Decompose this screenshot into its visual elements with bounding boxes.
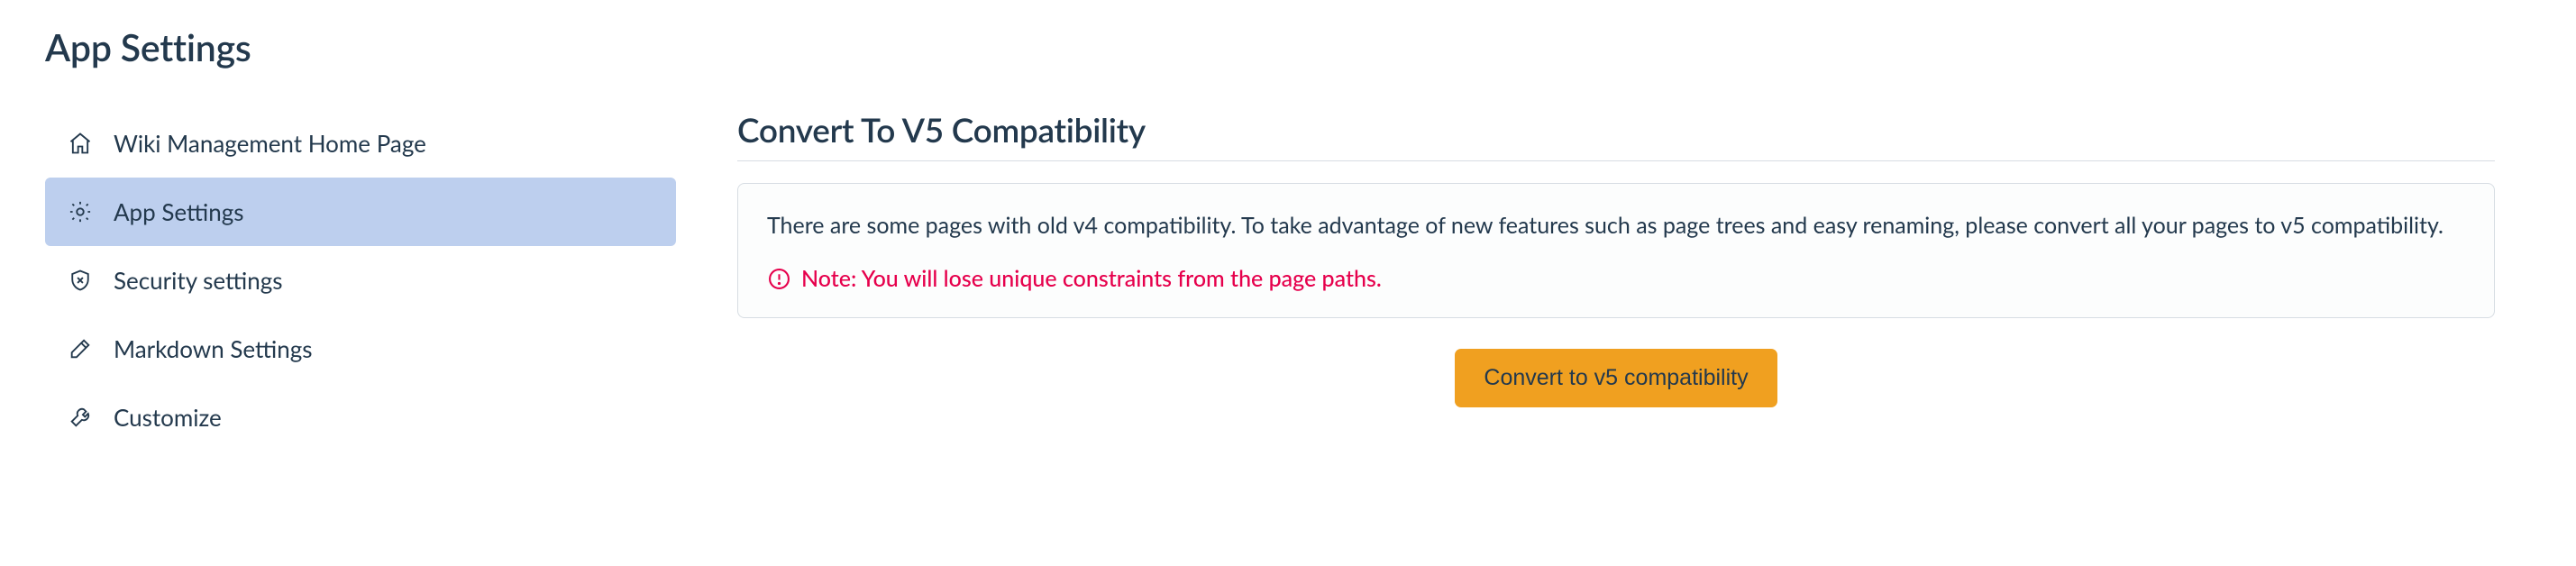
- shield-icon: [67, 267, 94, 294]
- warning-note: Note: You will lose unique constraints f…: [767, 265, 2465, 292]
- sidebar-item-customize[interactable]: Customize: [45, 383, 676, 452]
- sidebar-item-app-settings[interactable]: App Settings: [45, 178, 676, 246]
- sidebar-item-label: Security settings: [114, 266, 283, 295]
- page-title: App Settings: [45, 25, 2531, 69]
- alert-circle-icon: [767, 267, 790, 290]
- section-title-convert-v5: Convert To V5 Compatibility: [737, 109, 2495, 161]
- warning-note-text: Note: You will lose unique constraints f…: [801, 265, 1382, 292]
- sidebar-item-label: Markdown Settings: [114, 334, 313, 363]
- sidebar-item-markdown-settings[interactable]: Markdown Settings: [45, 315, 676, 383]
- info-text: There are some pages with old v4 compati…: [767, 209, 2465, 242]
- sidebar-item-label: Customize: [114, 403, 222, 432]
- home-icon: [67, 130, 94, 157]
- settings-sidebar: Wiki Management Home Page App Settings S…: [45, 109, 676, 452]
- sidebar-item-label: App Settings: [114, 197, 244, 226]
- wrench-icon: [67, 404, 94, 431]
- convert-to-v5-button[interactable]: Convert to v5 compatibility: [1455, 349, 1777, 407]
- sidebar-item-wiki-management-home-page[interactable]: Wiki Management Home Page: [45, 109, 676, 178]
- edit-icon: [67, 335, 94, 362]
- content-panel: Convert To V5 Compatibility There are so…: [737, 109, 2531, 452]
- gear-icon: [67, 198, 94, 225]
- info-box: There are some pages with old v4 compati…: [737, 183, 2495, 318]
- sidebar-item-security-settings[interactable]: Security settings: [45, 246, 676, 315]
- sidebar-item-label: Wiki Management Home Page: [114, 129, 426, 158]
- button-row: Convert to v5 compatibility: [737, 349, 2495, 407]
